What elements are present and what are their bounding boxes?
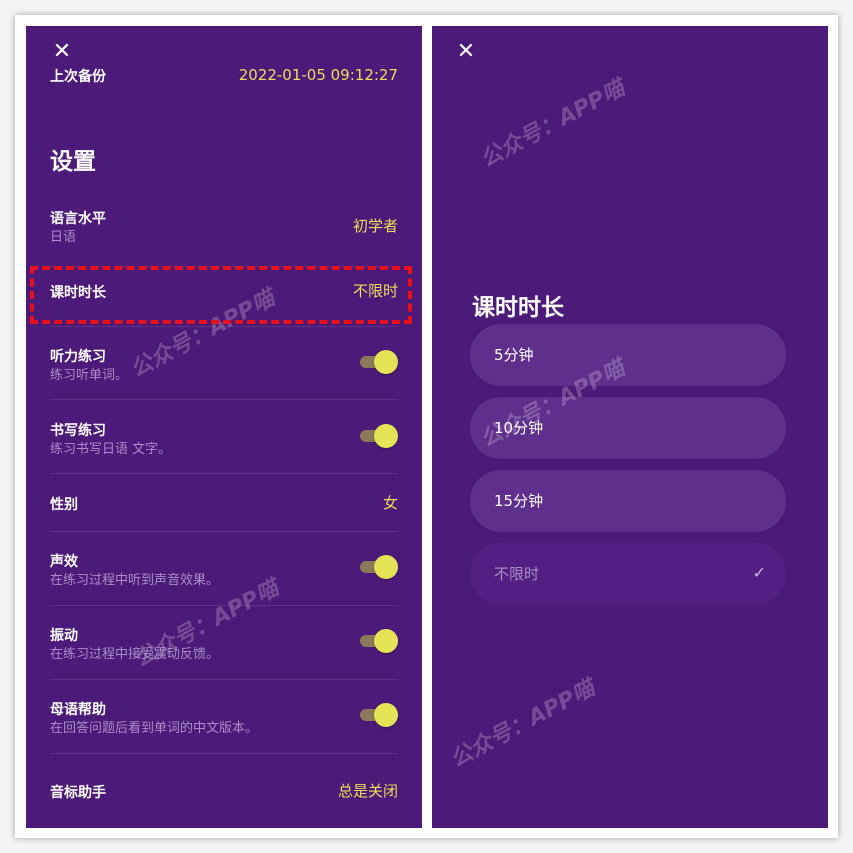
close-icon[interactable]: ✕: [454, 40, 478, 64]
check-icon: ✓: [752, 563, 766, 582]
writing-toggle[interactable]: [358, 424, 398, 448]
setting-subtitle: 练习书写日语 文字。: [50, 442, 172, 457]
toggle-knob: [374, 555, 398, 579]
last-backup-row: 上次备份 2022-01-05 09:12:27: [50, 66, 398, 88]
picker-title: 课时时长: [472, 295, 564, 321]
setting-gender[interactable]: 性别 女: [50, 473, 398, 532]
setting-value: 初学者: [352, 217, 398, 235]
sound-toggle[interactable]: [358, 555, 398, 579]
option-label: 5分钟: [494, 346, 534, 364]
page-title: 设置: [50, 149, 96, 175]
setting-subtitle: 日语: [50, 230, 77, 245]
setting-writing-practice[interactable]: 书写练习 练习书写日语 文字。: [50, 399, 398, 474]
setting-title: 性别: [50, 497, 78, 513]
vibration-toggle[interactable]: [358, 629, 398, 653]
option-label: 不限时: [494, 565, 540, 583]
setting-language-level[interactable]: 语言水平 日语 初学者: [50, 196, 398, 267]
settings-screen: ✕ 上次备份 2022-01-05 09:12:27 设置 语言水平 日语 初学…: [26, 26, 422, 828]
watermark-text: 公众号：APP喵: [446, 675, 600, 773]
option-15-minutes[interactable]: 15分钟: [470, 470, 786, 532]
setting-title: 书写练习: [50, 423, 106, 439]
setting-vibration[interactable]: 振动 在练习过程中接受震动反馈。: [50, 605, 398, 680]
option-5-minutes[interactable]: 5分钟: [470, 324, 786, 386]
setting-sound-effects[interactable]: 声效 在练习过程中听到声音效果。: [50, 531, 398, 606]
close-icon[interactable]: ✕: [50, 40, 74, 64]
native-help-toggle[interactable]: [358, 703, 398, 727]
option-label: 15分钟: [494, 492, 544, 510]
setting-subtitle: 在回答问题后看到单词的中文版本。: [50, 721, 259, 736]
setting-subtitle: 在练习过程中听到声音效果。: [50, 573, 220, 588]
toggle-knob: [374, 703, 398, 727]
setting-phonetic-assistant[interactable]: 音标助手 总是关闭: [50, 753, 398, 823]
setting-value: 总是关闭: [337, 782, 398, 800]
highlight-annotation: [30, 266, 412, 324]
setting-subtitle: 在练习过程中接受震动反馈。: [50, 647, 220, 662]
option-label: 10分钟: [494, 419, 544, 437]
last-backup-time: 2022-01-05 09:12:27: [238, 66, 398, 84]
setting-value: 女: [382, 494, 398, 512]
setting-listening-practice[interactable]: 听力练习 练习听单词。: [50, 326, 398, 400]
watermark-text: 公众号：APP喵: [476, 75, 630, 173]
toggle-knob: [374, 350, 398, 374]
last-backup-label: 上次备份: [50, 69, 106, 85]
toggle-knob: [374, 629, 398, 653]
setting-title: 声效: [50, 554, 78, 570]
setting-title: 语言水平: [50, 211, 106, 227]
setting-title: 音标助手: [50, 785, 106, 801]
setting-title: 听力练习: [50, 349, 106, 365]
duration-picker-screen: ✕ 课时时长 5分钟 10分钟 15分钟 不限时 ✓ 公众号：APP喵 公众号：…: [432, 26, 828, 828]
setting-native-language-help[interactable]: 母语帮助 在回答问题后看到单词的中文版本。: [50, 679, 398, 754]
setting-title: 母语帮助: [50, 702, 106, 718]
setting-subtitle: 练习听单词。: [50, 368, 129, 383]
toggle-knob: [374, 424, 398, 448]
option-10-minutes[interactable]: 10分钟: [470, 397, 786, 459]
listening-toggle[interactable]: [358, 350, 398, 374]
option-unlimited[interactable]: 不限时 ✓: [470, 543, 786, 605]
setting-title: 振动: [50, 628, 78, 644]
